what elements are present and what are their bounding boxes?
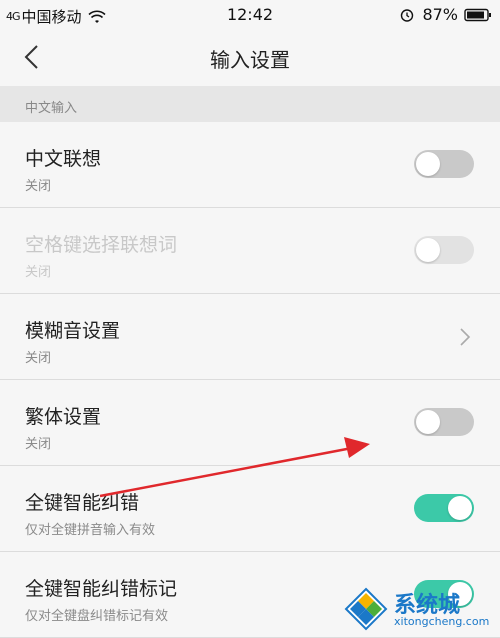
status-right: 87% — [400, 5, 492, 24]
setting-subtitle: 关闭 — [25, 179, 52, 194]
smart-correction-toggle[interactable] — [414, 494, 474, 522]
page-title: 输入设置 — [210, 48, 290, 72]
chinese-association-toggle[interactable] — [414, 150, 474, 178]
setting-row-space-select-association: 空格键选择联想词 关闭 — [0, 208, 500, 294]
battery-percent: 87% — [422, 5, 458, 24]
nav-bar: 输入设置 — [0, 30, 500, 86]
setting-title: 繁体设置 — [25, 406, 102, 428]
toggle-knob — [448, 496, 472, 520]
setting-row-smart-correction[interactable]: 全键智能纠错 仅对全键拼音输入有效 — [0, 466, 500, 552]
setting-row-traditional-chinese[interactable]: 繁体设置 关闭 — [0, 380, 500, 466]
setting-subtitle: 仅对全键拼音输入有效 — [25, 523, 156, 538]
setting-subtitle: 关闭 — [25, 351, 52, 366]
toggle-knob — [416, 238, 440, 262]
setting-title: 全键智能纠错标记 — [25, 578, 178, 600]
setting-subtitle: 关闭 — [25, 265, 52, 280]
space-select-association-toggle — [414, 236, 474, 264]
setting-row-chinese-association[interactable]: 中文联想 关闭 — [0, 122, 500, 208]
battery-icon — [464, 8, 491, 21]
chevron-right-icon — [460, 328, 471, 346]
setting-title: 中文联想 — [25, 148, 102, 170]
alarm-icon — [401, 8, 414, 22]
watermark-logo-icon — [344, 587, 388, 631]
watermark-url: xitongcheng.com — [394, 615, 490, 628]
setting-subtitle: 关闭 — [25, 437, 52, 452]
watermark: 系统城 xitongcheng.com — [344, 585, 494, 633]
section-header: 中文输入 — [0, 86, 500, 122]
status-bar: 4G 中国移动 12:42 87% — [0, 0, 500, 30]
traditional-chinese-toggle[interactable] — [414, 408, 474, 436]
setting-title: 模糊音设置 — [25, 320, 121, 342]
setting-title: 空格键选择联想词 — [25, 234, 178, 256]
settings-list: 中文联想 关闭 空格键选择联想词 关闭 模糊音设置 关闭 繁体设置 关闭 全键智… — [0, 122, 500, 638]
setting-row-fuzzy-pinyin[interactable]: 模糊音设置 关闭 — [0, 294, 500, 380]
toggle-knob — [416, 152, 440, 176]
setting-subtitle: 仅对全键盘纠错标记有效 — [25, 609, 169, 624]
section-label: 中文输入 — [25, 101, 78, 116]
setting-title: 全键智能纠错 — [25, 492, 140, 514]
toggle-knob — [416, 410, 440, 434]
